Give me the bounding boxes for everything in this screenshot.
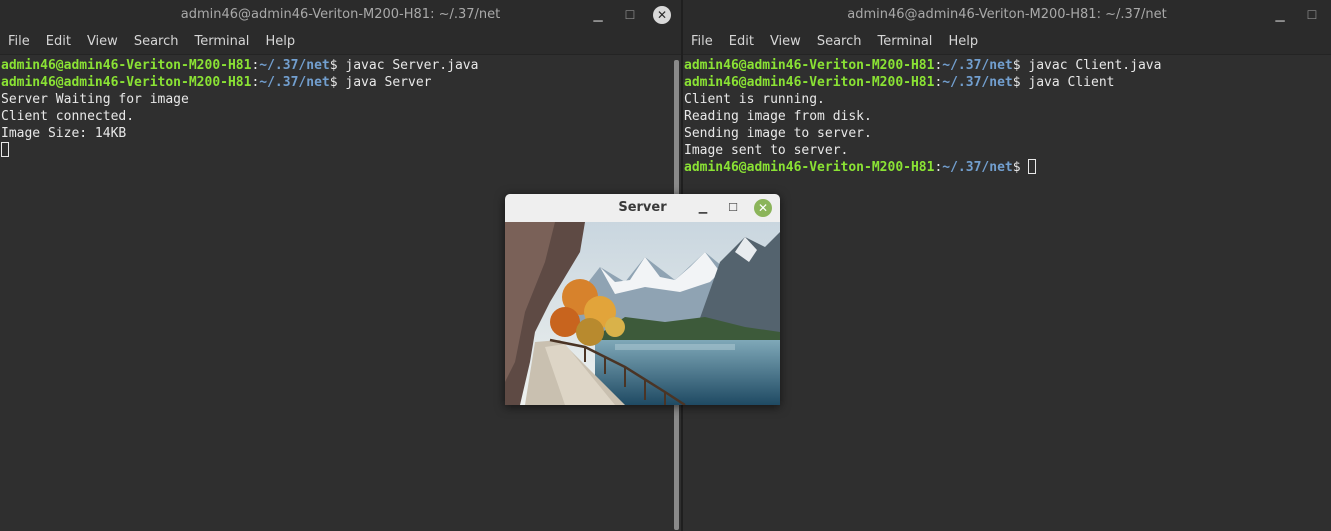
prompt-user: admin46@admin46-Veriton-M200-H81 <box>684 160 935 175</box>
terminal-output[interactable]: admin46@admin46-Veriton-M200-H81:~/.37/n… <box>0 55 681 159</box>
received-landscape-image <box>505 222 780 405</box>
console-line: Reading image from disk. <box>684 109 872 124</box>
command-text: java Client <box>1028 75 1115 90</box>
text-cursor <box>1 142 9 157</box>
command-text: javac Client.java <box>1028 58 1162 73</box>
menu-file[interactable]: File <box>8 30 38 54</box>
console-line: Sending image to server. <box>684 126 872 141</box>
console-line: Client connected. <box>1 109 135 124</box>
text-cursor <box>1028 159 1037 174</box>
menu-search[interactable]: Search <box>809 30 870 54</box>
window-controls: ▁ ☐ ✕ <box>589 0 671 30</box>
menu-file[interactable]: File <box>691 30 721 54</box>
window-title: admin46@admin46-Veriton-M200-H81: ~/.37/… <box>180 7 501 22</box>
menu-edit[interactable]: Edit <box>38 30 79 54</box>
window-title: admin46@admin46-Veriton-M200-H81: ~/.37/… <box>847 7 1167 22</box>
command-text: javac Server.java <box>345 58 479 73</box>
prompt-path: ~/.37/net <box>942 160 1013 175</box>
console-line: Client is running. <box>684 92 825 107</box>
prompt-user: admin46@admin46-Veriton-M200-H81 <box>1 58 252 73</box>
console-line: admin46@admin46-Veriton-M200-H81:~/.37/n… <box>1 75 432 90</box>
menu-view[interactable]: View <box>79 30 126 54</box>
menu-edit[interactable]: Edit <box>721 30 762 54</box>
terminal-window-client[interactable]: admin46@admin46-Veriton-M200-H81: ~/.37/… <box>683 0 1331 531</box>
prompt-user: admin46@admin46-Veriton-M200-H81 <box>1 75 252 90</box>
console-line: admin46@admin46-Veriton-M200-H81:~/.37/n… <box>684 58 1162 73</box>
prompt-path: ~/.37/net <box>942 75 1013 90</box>
menubar: File Edit View Search Terminal Help <box>0 30 681 55</box>
menubar: File Edit View Search Terminal Help <box>683 30 1331 55</box>
prompt-path: ~/.37/net <box>259 58 330 73</box>
command-text: java Server <box>345 75 432 90</box>
menu-terminal[interactable]: Terminal <box>186 30 257 54</box>
close-icon[interactable]: ✕ <box>754 199 772 217</box>
console-line: admin46@admin46-Veriton-M200-H81:~/.37/n… <box>684 159 1331 176</box>
minimize-icon[interactable]: ▁ <box>589 6 607 24</box>
console-line: Image Size: 14KB <box>1 126 127 141</box>
window-controls: ▁ ☐ <box>1271 0 1321 30</box>
server-image-window[interactable]: Server ▁ ☐ ✕ <box>505 194 780 405</box>
maximize-icon[interactable]: ☐ <box>1303 6 1321 24</box>
console-line: admin46@admin46-Veriton-M200-H81:~/.37/n… <box>684 75 1115 90</box>
maximize-icon[interactable]: ☐ <box>724 199 742 217</box>
maximize-icon[interactable]: ☐ <box>621 6 639 24</box>
menu-help[interactable]: Help <box>257 30 303 54</box>
menu-search[interactable]: Search <box>126 30 187 54</box>
menu-terminal[interactable]: Terminal <box>869 30 940 54</box>
minimize-icon[interactable]: ▁ <box>694 199 712 217</box>
close-icon[interactable]: ✕ <box>653 6 671 24</box>
prompt-user: admin46@admin46-Veriton-M200-H81 <box>684 58 935 73</box>
titlebar[interactable]: admin46@admin46-Veriton-M200-H81: ~/.37/… <box>0 0 681 30</box>
titlebar[interactable]: admin46@admin46-Veriton-M200-H81: ~/.37/… <box>683 0 1331 30</box>
prompt-user: admin46@admin46-Veriton-M200-H81 <box>684 75 935 90</box>
prompt-path: ~/.37/net <box>942 58 1013 73</box>
console-line: admin46@admin46-Veriton-M200-H81:~/.37/n… <box>1 58 479 73</box>
prompt-path: ~/.37/net <box>259 75 330 90</box>
console-line: Image sent to server. <box>684 143 849 158</box>
console-line <box>1 142 681 159</box>
minimize-icon[interactable]: ▁ <box>1271 6 1289 24</box>
menu-view[interactable]: View <box>762 30 809 54</box>
window-title: Server <box>618 200 667 215</box>
console-line: Server Waiting for image <box>1 92 189 107</box>
titlebar[interactable]: Server ▁ ☐ ✕ <box>505 194 780 222</box>
window-controls: ▁ ☐ ✕ <box>694 194 772 222</box>
menu-help[interactable]: Help <box>940 30 986 54</box>
terminal-output[interactable]: admin46@admin46-Veriton-M200-H81:~/.37/n… <box>683 55 1331 176</box>
